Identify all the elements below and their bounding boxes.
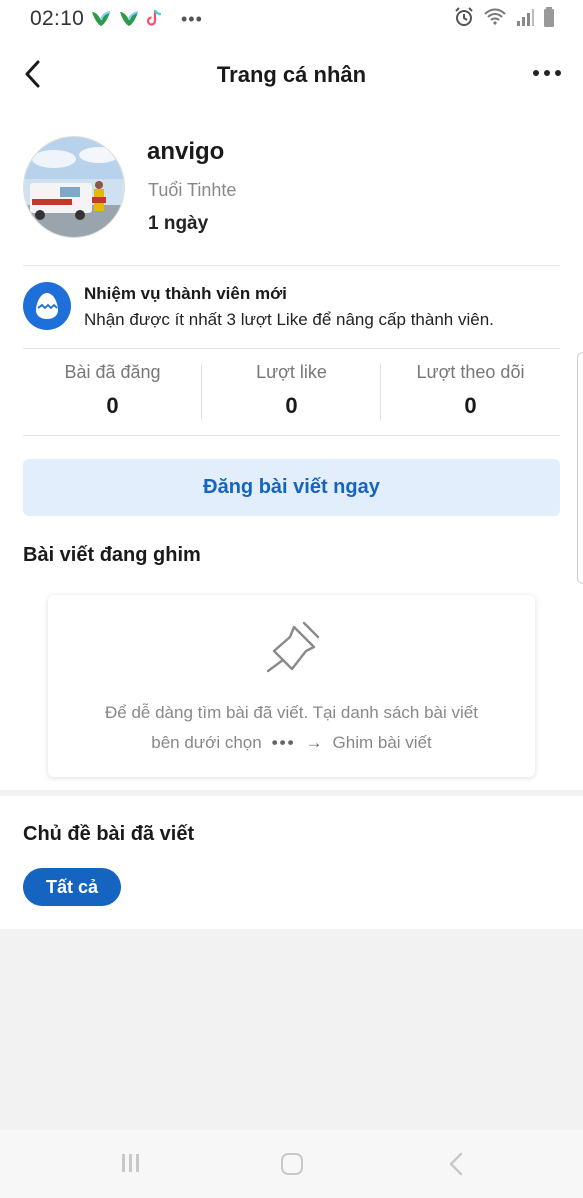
pinned-posts-heading: Bài viết đang ghim: [23, 544, 201, 566]
scroll-indicator[interactable]: [577, 352, 583, 584]
pinned-hint-line2: bên dưới chọn ••• → Ghim bài viết: [48, 733, 535, 753]
stat-label: Lượt theo dõi: [416, 362, 525, 382]
create-post-button[interactable]: Đăng bài viết ngay: [23, 459, 560, 516]
member-age: 1 ngày: [148, 213, 209, 234]
recent-bar: [135, 1154, 139, 1172]
recent-bar: [128, 1154, 132, 1172]
recent-apps-button[interactable]: [118, 1154, 142, 1172]
stat-value: 0: [464, 393, 477, 418]
username: anvigo: [147, 138, 225, 165]
signal-icon: [517, 9, 534, 26]
more-dots-icon: •••: [271, 733, 296, 752]
avatar-photo: [24, 137, 124, 237]
mission-title: Nhiệm vụ thành viên mới: [84, 284, 287, 303]
egg-icon: [23, 282, 71, 330]
stat-label: Bài đã đăng: [64, 362, 161, 382]
more-options-button[interactable]: [529, 58, 565, 88]
page-title: Trang cá nhân: [216, 62, 367, 87]
pin-icon: [266, 621, 319, 673]
stat-posts[interactable]: Bài đã đăng 0: [23, 349, 202, 435]
tiktok-icon: [146, 9, 162, 26]
more-dot: [533, 70, 539, 76]
more-dot: [555, 70, 561, 76]
topics-section: Chủ đề bài đã viết Tất cả: [0, 796, 583, 929]
app-notification-icon: [120, 11, 139, 26]
divider: [23, 265, 560, 266]
pinned-hint-suffix: Ghim bài viết: [332, 733, 432, 752]
home-button[interactable]: [281, 1153, 303, 1175]
app-notification-icon: [92, 11, 111, 26]
profile-screen: 02:10 ••• Trang cá nhân anvigo Tuổi Tinh…: [0, 0, 583, 1198]
system-nav-bar: [0, 1130, 583, 1198]
status-system-icons: [453, 6, 555, 28]
profile-stats: Bài đã đăng 0 Lượt like 0 Lượt theo dõi …: [23, 349, 560, 435]
stat-label: Lượt like: [256, 362, 327, 382]
member-rank: Tuổi Tinhte: [148, 180, 237, 200]
pinned-hint-line1: Để dễ dàng tìm bài đã viết. Tại danh sác…: [105, 703, 478, 722]
status-time: 02:10: [30, 7, 85, 30]
divider: [23, 435, 560, 436]
stat-likes[interactable]: Lượt like 0: [202, 349, 381, 435]
top-app-bar: Trang cá nhân: [0, 38, 583, 110]
topic-chip-all[interactable]: Tất cả: [23, 868, 121, 906]
stat-followers[interactable]: Lượt theo dõi 0: [381, 349, 560, 435]
mission-description: Nhận được ít nhất 3 lượt Like để nâng cấ…: [84, 310, 494, 329]
system-back-icon[interactable]: [446, 1152, 466, 1176]
avatar[interactable]: [23, 136, 125, 238]
battery-icon: [544, 7, 554, 27]
stat-value: 0: [106, 393, 119, 418]
wifi-icon: [484, 8, 506, 25]
status-bar: 02:10 •••: [0, 0, 583, 38]
pinned-hint-prefix: bên dưới chọn: [151, 733, 262, 752]
recent-bar: [121, 1154, 125, 1172]
alarm-icon: [455, 7, 473, 26]
arrow-right-icon: →: [305, 733, 323, 752]
more-notifications-indicator: •••: [181, 9, 203, 29]
more-dot: [544, 70, 550, 76]
status-app-icons: [90, 8, 164, 28]
stat-value: 0: [285, 393, 298, 418]
new-member-mission[interactable]: Nhiệm vụ thành viên mới Nhận được ít nhấ…: [23, 280, 563, 332]
profile-section: anvigo Tuổi Tinhte 1 ngày Nhiệm vụ thành…: [0, 110, 583, 790]
pinned-empty-state: Để dễ dàng tìm bài đã viết. Tại danh sác…: [48, 595, 535, 777]
topics-heading: Chủ đề bài đã viết: [23, 823, 195, 845]
